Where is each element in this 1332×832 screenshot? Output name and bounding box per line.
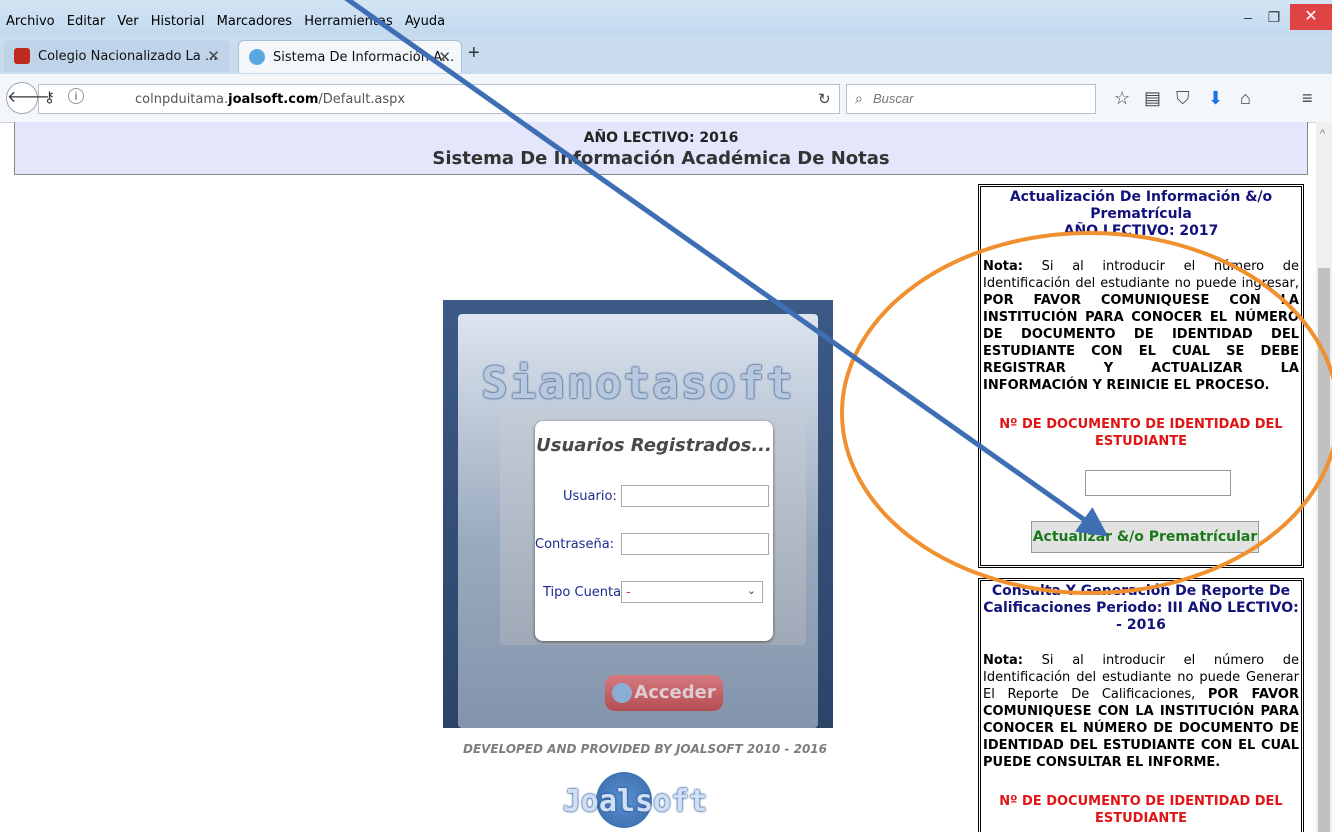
note-label: Nota: (983, 653, 1023, 668)
report-box-title: Consulta Y Generación De Reporte De Cali… (983, 583, 1299, 633)
grade-report-box: Consulta Y Generación De Reporte De Cali… (978, 578, 1304, 832)
update-prematricula-button[interactable]: Actualizar &/o Prematrícular (1031, 521, 1259, 553)
header-banner: AÑO LECTIVO: 2016 Sistema De Información… (14, 122, 1308, 175)
address-bar[interactable]: colnpduitama.joalsoft.com/Default.aspx (38, 84, 840, 114)
search-icon: ⌕ (855, 90, 863, 106)
account-type-value: - (626, 585, 631, 600)
home-icon[interactable]: ⌂ (1240, 88, 1251, 109)
tab-sistema[interactable]: Sistema De Información A... ✕ (238, 40, 462, 73)
logo-wordmark: Joalsoft (562, 784, 708, 819)
update-box-title-line1: Actualización De Información &/o Prematr… (1009, 189, 1273, 222)
report-id-label: Nº DE DOCUMENTO DE IDENTIDAD DEL ESTUDIA… (999, 794, 1283, 826)
account-type-select[interactable]: - ⌄ (621, 581, 763, 603)
student-id-input[interactable] (1085, 470, 1231, 496)
sianotasoft-logo: Sianotasoft (481, 358, 795, 409)
reload-icon[interactable]: ↻ (818, 90, 831, 108)
academic-year: AÑO LECTIVO: 2016 (583, 130, 739, 146)
new-tab-button[interactable]: + (468, 42, 480, 65)
menu-historial[interactable]: Historial (151, 14, 205, 29)
tab-colegio[interactable]: Colegio Nacionalizado La ... ✕ (4, 40, 230, 72)
close-window-button[interactable]: ✕ (1290, 4, 1332, 30)
key-icon (612, 683, 633, 703)
minimize-button[interactable]: – (1236, 6, 1260, 28)
maximize-button[interactable]: ❐ (1262, 6, 1286, 28)
page-content: AÑO LECTIVO: 2016 Sistema De Información… (0, 122, 1316, 832)
bookmark-star-icon[interactable]: ☆ (1114, 88, 1130, 109)
back-arrow-icon[interactable]: 🡐 (6, 82, 50, 114)
menu-items: Archivo Editar Ver Historial Marcadores … (6, 14, 453, 29)
menu-marcadores[interactable]: Marcadores (217, 14, 292, 29)
site-favicon-icon (249, 49, 265, 65)
password-input[interactable] (621, 533, 769, 555)
note-text: Si al introducir el número de Identifica… (983, 259, 1299, 291)
download-icon[interactable]: ⬇ (1208, 88, 1223, 109)
note-label: Nota: (983, 259, 1023, 274)
url-text: colnpduitama.joalsoft.com/Default.aspx (135, 92, 406, 107)
info-icon[interactable]: i (68, 88, 84, 104)
login-button[interactable]: Acceder (605, 675, 723, 711)
user-input[interactable] (621, 485, 769, 507)
user-label: Usuario: (563, 489, 617, 504)
note-bold-text: POR FAVOR COMUNIQUESE CON LA INSTITUCIÓN… (983, 293, 1299, 393)
pocket-icon[interactable]: ⛉ (1176, 88, 1190, 109)
joalsoft-logo: Joalsoft (560, 772, 710, 832)
account-type-label: Tipo Cuenta: (543, 585, 626, 600)
menu-editar[interactable]: Editar (67, 14, 106, 29)
tab-title: Sistema De Información A... (273, 50, 455, 65)
login-button-label: Acceder (634, 682, 716, 703)
school-favicon-icon (14, 48, 30, 64)
login-inner: Sianotasoft Usuarios Registrados... Usua… (458, 314, 818, 728)
developed-by-text: DEVELOPED AND PROVIDED BY JOALSOFT 2010 … (462, 742, 827, 756)
password-label: Contraseña: (535, 537, 615, 552)
tab-title: Colegio Nacionalizado La ... (38, 49, 218, 64)
scrollbar-thumb[interactable] (1318, 268, 1330, 832)
menu-archivo[interactable]: Archivo (6, 14, 55, 29)
tab-bar: Colegio Nacionalizado La ... ✕ Sistema D… (0, 34, 1332, 74)
reading-list-icon[interactable]: ▤ (1144, 88, 1161, 109)
scroll-up-icon[interactable]: ^ (1320, 128, 1325, 140)
hamburger-menu-icon[interactable]: ≡ (1302, 88, 1313, 109)
key-icon[interactable]: ⚷ (44, 88, 55, 106)
update-box-title: Actualización De Información &/o Prematr… (981, 187, 1301, 240)
login-panel: Sianotasoft Usuarios Registrados... Usua… (443, 300, 833, 728)
navigation-bar: colnpduitama.joalsoft.com/Default.aspx 🡐… (0, 74, 1332, 123)
chevron-down-icon: ⌄ (746, 584, 756, 597)
update-id-label: Nº DE DOCUMENTO DE IDENTIDAD DEL ESTUDIA… (999, 417, 1283, 449)
search-box[interactable]: ⌕ Buscar (846, 84, 1096, 114)
report-box-note: Nota: Si al introducir el número de Iden… (981, 652, 1301, 771)
login-form: Usuarios Registrados... Usuario: Contras… (535, 421, 773, 641)
menu-herramientas[interactable]: Herramientas (304, 14, 393, 29)
update-box-note: Nota: Si al introducir el número de Iden… (981, 258, 1301, 394)
menu-ayuda[interactable]: Ayuda (405, 14, 445, 29)
update-prematricula-box: Actualización De Información &/o Prematr… (978, 184, 1304, 568)
menu-ver[interactable]: Ver (117, 14, 138, 29)
page-title: Sistema De Información Académica De Nota… (432, 148, 890, 169)
search-placeholder: Buscar (873, 91, 914, 106)
update-box-title-line2: AÑO LECTIVO: 2017 (1063, 223, 1219, 239)
menu-bar: Archivo Editar Ver Historial Marcadores … (0, 0, 1332, 34)
close-tab-icon[interactable]: ✕ (207, 47, 220, 65)
form-heading: Usuarios Registrados... (536, 435, 772, 456)
close-tab-icon[interactable]: ✕ (438, 48, 451, 66)
